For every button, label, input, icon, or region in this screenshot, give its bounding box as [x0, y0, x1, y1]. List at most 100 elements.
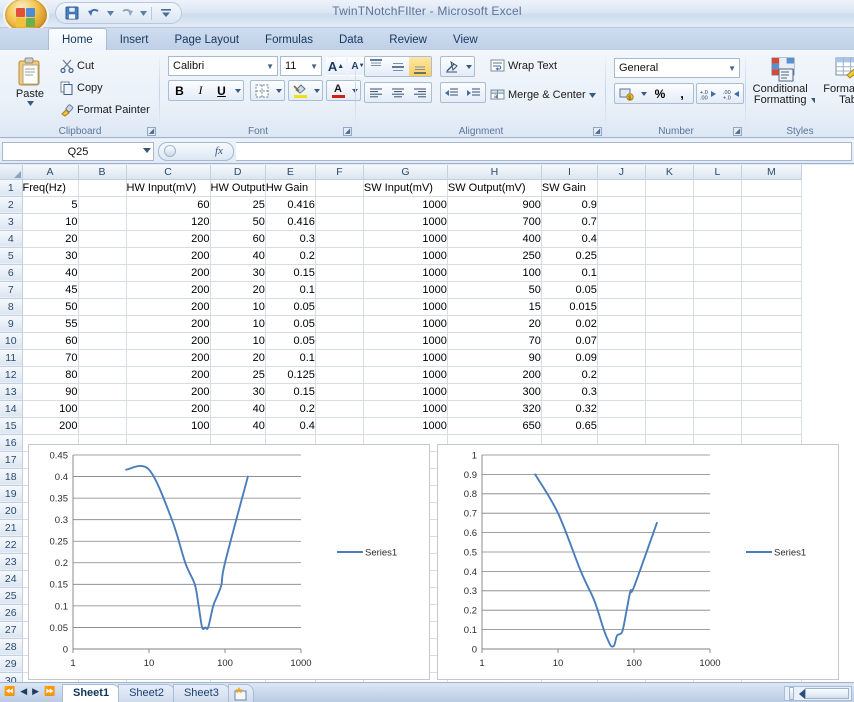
alignment-dialog-launcher[interactable]: ◢: [593, 127, 602, 136]
cell-D14[interactable]: 40: [210, 400, 266, 418]
cut-button[interactable]: Cut: [58, 58, 96, 74]
wrap-text-button[interactable]: Wrap Text: [488, 58, 559, 74]
row-header-20[interactable]: 20: [0, 502, 23, 520]
cell-B4[interactable]: [78, 230, 127, 248]
horizontal-scrollbar[interactable]: [784, 686, 852, 701]
percent-style-button[interactable]: %: [649, 84, 671, 103]
cell-K5[interactable]: [645, 247, 694, 265]
cell-L14[interactable]: [693, 400, 742, 418]
cell-G9[interactable]: 1000: [363, 315, 448, 333]
cell-H1[interactable]: SW Output(mV): [447, 179, 542, 197]
cell-H10[interactable]: 70: [447, 332, 542, 350]
cell-J9[interactable]: [597, 315, 646, 333]
cell-J2[interactable]: [597, 196, 646, 214]
cell-D13[interactable]: 30: [210, 383, 266, 401]
cell-A11[interactable]: 70: [22, 349, 79, 367]
cell-A7[interactable]: 45: [22, 281, 79, 299]
cell-A9[interactable]: 55: [22, 315, 79, 333]
cell-C8[interactable]: 200: [126, 298, 211, 316]
cell-G11[interactable]: 1000: [363, 349, 448, 367]
cell-A2[interactable]: 5: [22, 196, 79, 214]
cell-D9[interactable]: 10: [210, 315, 266, 333]
cell-J12[interactable]: [597, 366, 646, 384]
cell-L2[interactable]: [693, 196, 742, 214]
cell-C15[interactable]: 100: [126, 417, 211, 435]
cell-B8[interactable]: [78, 298, 127, 316]
cell-A14[interactable]: 100: [22, 400, 79, 418]
align-bottom-icon[interactable]: [409, 57, 431, 76]
decrease-decimal-icon[interactable]: .00 +.0: [720, 84, 743, 103]
formula-input[interactable]: [236, 142, 852, 161]
clipboard-dialog-launcher[interactable]: ◢: [147, 127, 156, 136]
font-size-combo[interactable]: 11 ▼: [280, 56, 322, 76]
row-header-6[interactable]: 6: [0, 264, 23, 282]
cell-J11[interactable]: [597, 349, 646, 367]
cell-K12[interactable]: [645, 366, 694, 384]
sheet-tab-sheet3[interactable]: Sheet3: [172, 684, 230, 702]
cell-H7[interactable]: 50: [447, 281, 542, 299]
underline-dropdown-icon[interactable]: [232, 81, 243, 100]
cell-K2[interactable]: [645, 196, 694, 214]
cell-G13[interactable]: 1000: [363, 383, 448, 401]
cell-D8[interactable]: 10: [210, 298, 266, 316]
comma-style-button[interactable]: ,: [671, 84, 693, 103]
row-header-30[interactable]: 30: [0, 672, 23, 682]
row-header-16[interactable]: 16: [0, 434, 23, 452]
cell-D3[interactable]: 50: [210, 213, 266, 231]
cell-H13[interactable]: 300: [447, 383, 542, 401]
row-header-9[interactable]: 9: [0, 315, 23, 333]
column-header-e[interactable]: E: [265, 165, 316, 180]
cell-I2[interactable]: 0.9: [541, 196, 598, 214]
decrease-indent-icon[interactable]: [441, 83, 463, 102]
column-header-i[interactable]: I: [541, 165, 598, 180]
font-family-combo[interactable]: Calibri ▼: [168, 56, 278, 76]
column-header-g[interactable]: G: [363, 165, 448, 180]
format-painter-button[interactable]: Format Painter: [58, 102, 152, 118]
cell-E3[interactable]: 0.416: [265, 213, 316, 231]
cell-C10[interactable]: 200: [126, 332, 211, 350]
last-sheet-icon[interactable]: ⏩: [44, 686, 55, 697]
text-orientation-icon[interactable]: [441, 57, 463, 76]
cell-H6[interactable]: 100: [447, 264, 542, 282]
row-header-4[interactable]: 4: [0, 230, 23, 248]
column-header-a[interactable]: A: [22, 165, 79, 180]
cell-J6[interactable]: [597, 264, 646, 282]
insert-function-icon[interactable]: fx: [215, 145, 223, 157]
copy-button[interactable]: Copy: [58, 80, 105, 96]
cell-K7[interactable]: [645, 281, 694, 299]
cell-K10[interactable]: [645, 332, 694, 350]
sheet-tab-sheet1[interactable]: Sheet1: [62, 684, 121, 702]
cell-M5[interactable]: [741, 247, 802, 265]
cell-F3[interactable]: [315, 213, 364, 231]
row-header-11[interactable]: 11: [0, 349, 23, 367]
cell-J1[interactable]: [597, 179, 646, 197]
cell-E12[interactable]: 0.125: [265, 366, 316, 384]
cell-G5[interactable]: 1000: [363, 247, 448, 265]
cell-I9[interactable]: 0.02: [541, 315, 598, 333]
cell-E10[interactable]: 0.05: [265, 332, 316, 350]
cell-K14[interactable]: [645, 400, 694, 418]
cell-B10[interactable]: [78, 332, 127, 350]
row-header-18[interactable]: 18: [0, 468, 23, 486]
tab-split-handle[interactable]: [789, 687, 794, 700]
cell-M10[interactable]: [741, 332, 802, 350]
row-header-7[interactable]: 7: [0, 281, 23, 299]
cell-A12[interactable]: 80: [22, 366, 79, 384]
row-header-12[interactable]: 12: [0, 366, 23, 384]
row-header-28[interactable]: 28: [0, 638, 23, 656]
cell-D6[interactable]: 30: [210, 264, 266, 282]
cell-I12[interactable]: 0.2: [541, 366, 598, 384]
cell-M3[interactable]: [741, 213, 802, 231]
column-header-l[interactable]: L: [693, 165, 742, 180]
underline-button[interactable]: U: [211, 81, 232, 100]
row-header-15[interactable]: 15: [0, 417, 23, 435]
cell-C3[interactable]: 120: [126, 213, 211, 231]
cell-F5[interactable]: [315, 247, 364, 265]
column-header-f[interactable]: F: [315, 165, 364, 180]
cell-L15[interactable]: [693, 417, 742, 435]
cell-G15[interactable]: 1000: [363, 417, 448, 435]
next-sheet-icon[interactable]: ▶: [32, 686, 39, 697]
cell-E11[interactable]: 0.1: [265, 349, 316, 367]
increase-decimal-icon[interactable]: +.0.00: [697, 84, 720, 103]
column-header-c[interactable]: C: [126, 165, 211, 180]
